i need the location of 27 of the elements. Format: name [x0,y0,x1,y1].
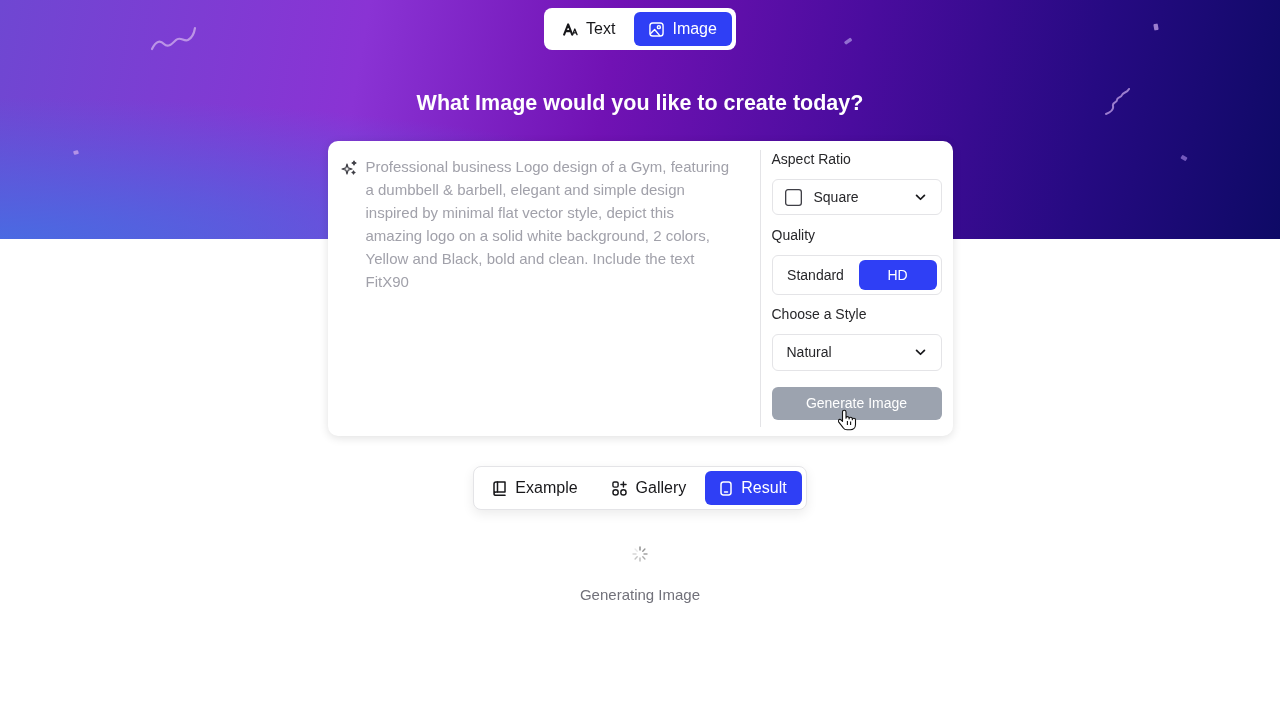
quality-option[interactable]: HD [858,260,937,290]
tablet-icon [720,480,733,496]
shapes-icon [611,480,627,496]
confetti-icon [843,37,853,45]
hand-cursor-icon [837,409,857,432]
confetti-icon [1153,23,1159,31]
status-text: Generating Image [579,585,701,605]
confetti-icon [73,150,79,155]
result-tab[interactable]: Result [705,471,802,505]
mode-tab[interactable]: Image [634,12,732,46]
style-select[interactable]: Natural [771,334,942,371]
field-label: Quality [771,226,817,244]
aspect-ratio-select[interactable]: Square [771,179,942,215]
confetti-icon [1180,155,1188,161]
field-label: Choose a Style [771,305,868,323]
confetti-icon [150,26,197,51]
field-label: Aspect Ratio [771,150,852,168]
book-icon [493,480,507,496]
font-size-icon [563,22,579,36]
square-icon [784,188,802,206]
image-icon [649,21,665,37]
sparkle-icon [340,160,357,176]
confetti-icon [1105,87,1131,116]
prompt-field[interactable]: Professional business Logo design of a Gym, featuring a dumbbell & barbell, elegant and simple design inspired by minimal flat vector style, depict this amazing logo on a solid white background, 2 colors, Yellow and Black, bold and clean. Include the text FitX90 [365,155,732,425]
page-heading: What Image would you like to create today? [416,90,864,117]
chevron-down-icon [914,349,926,356]
chevron-down-icon [914,193,926,201]
